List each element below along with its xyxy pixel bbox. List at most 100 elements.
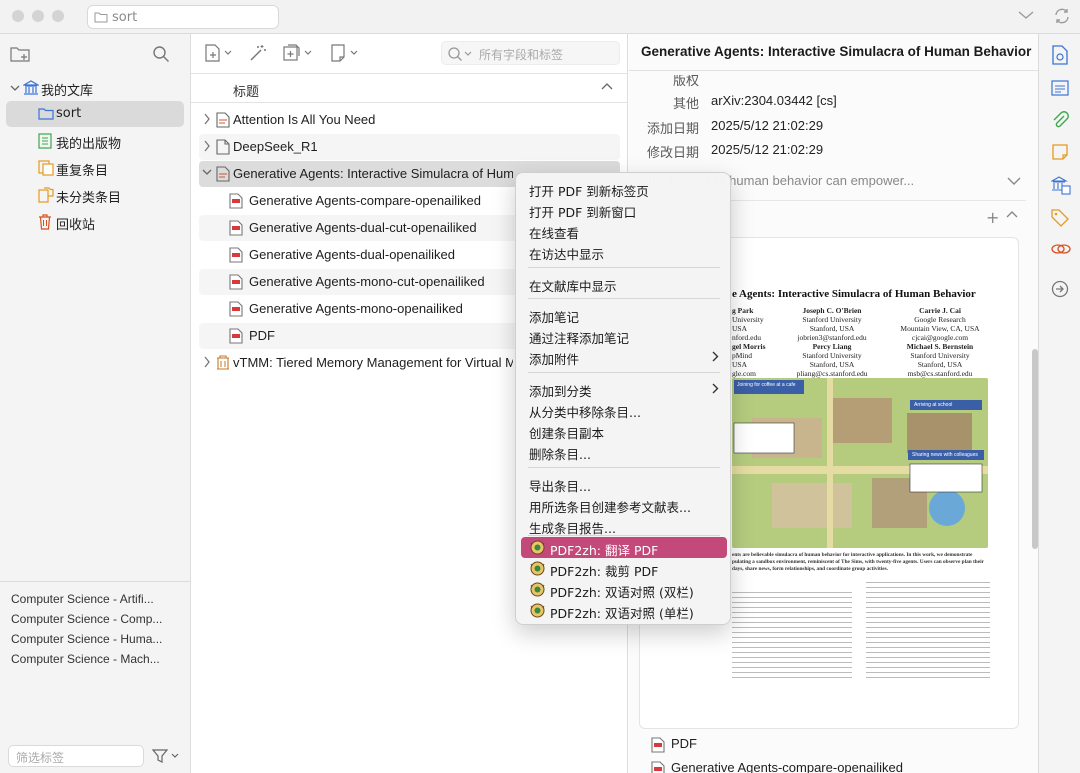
pdf-icon xyxy=(229,220,243,236)
divider xyxy=(629,70,1038,71)
new-item-icon[interactable] xyxy=(204,43,236,63)
menu-item-pdf2zh-bilingual-dual[interactable]: PDF2zh: 双语对照 (双栏) xyxy=(521,579,727,600)
menu-item-delete-item[interactable]: 删除条目... xyxy=(521,441,727,462)
sidebar-item-my-publications[interactable]: 我的出版物 xyxy=(6,128,184,154)
sidebar-item-trash[interactable]: 回收站 xyxy=(6,209,184,235)
chevron-down-icon[interactable] xyxy=(10,84,20,92)
menu-item-pdf2zh-crop[interactable]: PDF2zh: 裁剪 PDF xyxy=(521,558,727,579)
menu-item-show-in-library[interactable]: 在文献库中显示 xyxy=(521,273,727,294)
duplicate-items-icon xyxy=(38,160,54,176)
preprint-icon xyxy=(216,112,230,128)
chevron-right-icon[interactable] xyxy=(203,140,211,152)
close-window-button[interactable] xyxy=(12,10,24,22)
meta-key-rights: 版权 xyxy=(672,74,699,89)
sidebar-item-label: 重复条目 xyxy=(56,164,109,179)
tag-icon[interactable] xyxy=(1051,209,1069,227)
chevron-up-icon[interactable] xyxy=(1006,210,1018,220)
magic-wand-icon[interactable] xyxy=(248,43,268,63)
column-header-title[interactable]: 标题 xyxy=(191,73,628,103)
attachment-title: PDF xyxy=(671,736,697,751)
menu-item-duplicate-item[interactable]: 创建条目副本 xyxy=(521,420,727,441)
add-attachment-icon[interactable] xyxy=(282,43,316,63)
menu-item-export-item[interactable]: 导出条目... xyxy=(521,473,727,494)
menu-item-add-to-collection[interactable]: 添加到分类 xyxy=(521,378,727,399)
preview-text-column xyxy=(732,588,852,678)
tag-filter-input[interactable]: 筛选标签 xyxy=(8,745,144,767)
menu-item-remove-from-collection[interactable]: 从分类中移除条目... xyxy=(521,399,727,420)
menu-separator xyxy=(528,267,720,268)
chevron-right-icon xyxy=(712,351,719,362)
menu-item-create-bibliography[interactable]: 用所选条目创建参考文献表... xyxy=(521,494,727,515)
sidebar-item-unfiled[interactable]: 未分类条目 xyxy=(6,182,184,208)
menu-item-add-attachment[interactable]: 添加附件 xyxy=(521,346,727,367)
column-header-label: 标题 xyxy=(233,85,260,100)
menu-item-add-note-from-annotations[interactable]: 通过注释添加笔记 xyxy=(521,325,727,346)
attachment-title: Generative Agents-compare-openailiked xyxy=(671,760,903,773)
abstract-icon[interactable] xyxy=(1051,79,1069,97)
zoom-window-button[interactable] xyxy=(52,10,64,22)
chevron-down-icon[interactable] xyxy=(202,167,212,177)
chevron-down-icon[interactable] xyxy=(1017,9,1035,21)
sidebar-item-label: 我的出版物 xyxy=(56,137,122,152)
table-row[interactable]: Attention Is All You Need xyxy=(199,107,620,133)
meta-value-extra[interactable]: arXiv:2304.03442 [cs] xyxy=(711,93,837,108)
row-title: Generative Agents-dual-openailiked xyxy=(249,247,455,262)
notes-icon[interactable] xyxy=(1051,143,1069,161)
libraries-collections-icon[interactable] xyxy=(1051,175,1071,195)
menu-item-view-online[interactable]: 在线查看 xyxy=(521,220,727,241)
preview-figure: Joining for coffee at a cafe Arriving at… xyxy=(732,378,988,548)
pdf-icon xyxy=(229,328,243,344)
menu-item-generate-report[interactable]: 生成条目报告... xyxy=(521,515,727,536)
filter-icon[interactable] xyxy=(152,748,180,764)
tag-item[interactable]: Computer Science - Artifi... xyxy=(11,592,154,606)
chevron-down-icon[interactable] xyxy=(1007,176,1021,186)
sort-ascending-icon[interactable] xyxy=(601,82,613,92)
sidebar-item-label: 我的文库 xyxy=(41,84,94,99)
collection-tab[interactable]: sort xyxy=(87,5,279,29)
menu-item-pdf2zh-translate[interactable]: PDF2zh: 翻译 PDF xyxy=(521,537,727,558)
menu-item-pdf2zh-bilingual-single[interactable]: PDF2zh: 双语对照 (单栏) xyxy=(521,600,727,621)
divider xyxy=(0,581,191,582)
search-icon[interactable] xyxy=(152,45,170,63)
sidebar-item-my-library[interactable]: 我的文库 xyxy=(6,75,184,101)
minimize-window-button[interactable] xyxy=(32,10,44,22)
title-bar: sort xyxy=(0,0,1080,34)
new-note-icon[interactable] xyxy=(330,43,362,63)
locate-icon[interactable] xyxy=(1051,280,1069,298)
items-search-input[interactable]: 所有字段和标签 xyxy=(441,41,620,65)
tag-item[interactable]: Computer Science - Huma... xyxy=(11,632,162,646)
new-collection-icon[interactable] xyxy=(10,45,32,63)
pdf2zh-icon xyxy=(530,582,545,597)
items-toolbar: 所有字段和标签 xyxy=(191,34,628,73)
preview-text-column xyxy=(866,578,990,678)
attachments-icon[interactable] xyxy=(1051,111,1069,129)
row-title: Generative Agents-mono-openailiked xyxy=(249,301,463,316)
sidebar-item-label: sort xyxy=(56,106,82,121)
table-row[interactable]: DeepSeek_R1 xyxy=(199,134,620,160)
row-title: Generative Agents-compare-openailiked xyxy=(249,193,481,208)
preview-caption: ents are believable simulacra of human b… xyxy=(732,552,984,572)
add-icon[interactable]: + xyxy=(986,208,999,227)
menu-item-show-in-finder[interactable]: 在访达中显示 xyxy=(521,241,727,262)
menu-item-open-pdf-new-tab[interactable]: 打开 PDF 到新标签页 xyxy=(521,178,727,199)
related-icon[interactable] xyxy=(1051,241,1071,257)
menu-item-open-pdf-new-window[interactable]: 打开 PDF 到新窗口 xyxy=(521,199,727,220)
sidebar-item-label: 未分类条目 xyxy=(56,191,122,206)
folder-icon xyxy=(38,108,54,120)
meta-value-date-added: 2025/5/12 21:02:29 xyxy=(711,118,824,133)
preview-author: gel Morris pMind USA gle.com xyxy=(732,342,766,378)
row-title: Generative Agents: Interactive Simulacra… xyxy=(233,166,513,181)
meta-key-date-added: 添加日期 xyxy=(646,122,699,137)
preview-author: Michael S. Bernstein Stanford University … xyxy=(906,342,974,378)
info-icon[interactable] xyxy=(1051,45,1069,65)
menu-item-add-note[interactable]: 添加笔记 xyxy=(521,304,727,325)
tag-item[interactable]: Computer Science - Comp... xyxy=(11,612,162,626)
chevron-right-icon[interactable] xyxy=(203,113,211,125)
pdf-icon xyxy=(229,247,243,263)
chevron-right-icon[interactable] xyxy=(203,356,211,368)
menu-separator xyxy=(528,298,720,299)
sidebar-item-sort[interactable]: sort xyxy=(6,101,184,127)
sync-icon[interactable] xyxy=(1052,6,1072,26)
tag-item[interactable]: Computer Science - Mach... xyxy=(11,652,160,666)
sidebar-item-duplicates[interactable]: 重复条目 xyxy=(6,155,184,181)
